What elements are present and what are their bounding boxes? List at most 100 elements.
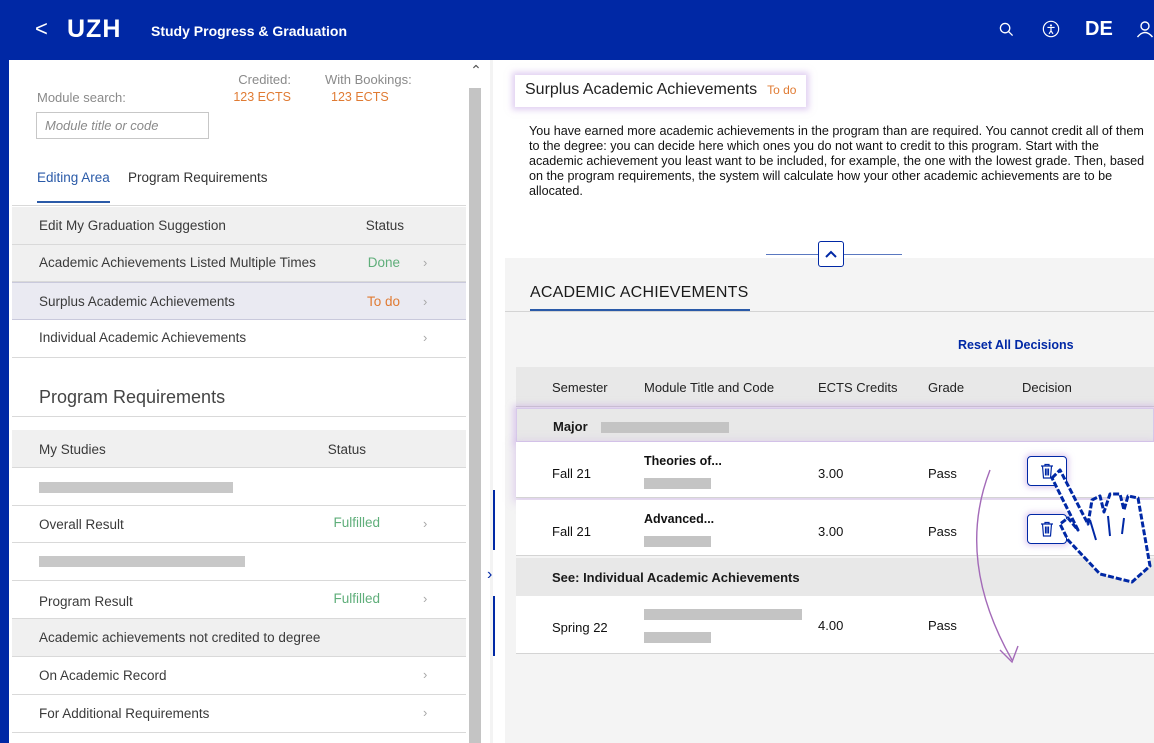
collapse-line-left (766, 254, 818, 255)
credited-value: 123 ECTS (233, 90, 291, 104)
language-switch[interactable]: DE (1085, 18, 1113, 41)
list-item-label: On Academic Record (39, 668, 167, 683)
list-item-overall-result[interactable]: Overall Result Fulfilled › (12, 506, 466, 543)
left-panel: Module search: Credited: 123 ECTS With B… (9, 60, 466, 743)
group-individual-label: See: Individual Academic Achievements (552, 570, 800, 585)
status-fulfilled: Fulfilled (333, 591, 380, 606)
not-credited-header: Academic achievements not credited to de… (12, 619, 466, 657)
list-item-individual[interactable]: Individual Academic Achievements › (12, 320, 466, 358)
collapse-button[interactable] (818, 241, 844, 267)
redacted-bar (601, 422, 729, 433)
list-item-label: Surplus Academic Achievements (39, 294, 235, 309)
group-individual: See: Individual Academic Achievements (516, 558, 1154, 596)
cell-grade: Pass (928, 466, 957, 481)
cell-grade: Pass (928, 524, 957, 539)
redacted-bar (39, 482, 233, 493)
cell-grade: Pass (928, 618, 957, 633)
list-item-label: For Additional Requirements (39, 706, 210, 721)
redacted-row (12, 468, 466, 506)
table-header: Semester Module Title and Code ECTS Cred… (516, 367, 1154, 407)
column-module: Module Title and Code (644, 380, 775, 395)
column-ects: ECTS Credits (818, 380, 898, 395)
cell-module-title: Theories of... (644, 454, 722, 468)
back-button[interactable]: < (35, 16, 48, 42)
surplus-title-card: Surplus Academic Achievements To do (515, 75, 807, 107)
uzh-logo: UZH (67, 15, 122, 43)
trash-icon (1041, 521, 1053, 537)
section-divider (12, 416, 466, 417)
app-title: Study Progress & Graduation (151, 23, 348, 39)
cell-ects: 3.00 (818, 466, 844, 481)
not-credited-label: Academic achievements not credited to de… (39, 630, 321, 645)
cell-ects: 4.00 (818, 618, 844, 633)
redacted-bar (644, 536, 711, 547)
chevron-up-icon (825, 250, 837, 258)
reset-all-decisions-link[interactable]: Reset All Decisions (958, 338, 1074, 352)
credited-label: Credited: (238, 72, 291, 87)
chevron-right-icon: › (423, 591, 428, 606)
scroll-up-icon[interactable]: ⌃ (466, 62, 486, 79)
table-row: Fall 21 Theories of... 3.00 Pass (516, 442, 1154, 498)
module-search-label: Module search: (37, 90, 126, 105)
collapse-line-right (844, 254, 902, 255)
chevron-right-icon: › (423, 330, 428, 345)
accessibility-icon[interactable] (1042, 20, 1060, 38)
redacted-row (12, 543, 466, 581)
list-item-program-result[interactable]: Program Result Fulfilled › (12, 581, 466, 619)
list-item-label: Academic Achievements Listed Multiple Ti… (39, 255, 316, 270)
chevron-right-icon: › (423, 255, 428, 270)
delete-button[interactable] (1027, 456, 1067, 486)
cell-semester: Spring 22 (552, 620, 608, 635)
academic-achievements-title: ACADEMIC ACHIEVEMENTS (530, 284, 749, 301)
group-major: Major (516, 408, 1154, 442)
divider-line-top (493, 490, 495, 550)
search-icon[interactable] (999, 22, 1014, 37)
list-item-additional-requirements[interactable]: For Additional Requirements › (12, 695, 466, 733)
list-item-label: Program Result (39, 594, 133, 609)
tab-editing-area[interactable]: Editing Area (37, 170, 110, 203)
chevron-right-icon: › (423, 705, 428, 720)
chevron-right-icon: › (423, 667, 428, 682)
header-bar: < UZH Study Progress & Graduation DE (9, 0, 1154, 60)
list-item-label: Overall Result (39, 517, 124, 532)
table-row: Spring 22 4.00 Pass (516, 596, 1154, 654)
status-done: Done (367, 255, 400, 270)
list-item-label: Individual Academic Achievements (39, 330, 247, 345)
cell-ects: 3.00 (818, 524, 844, 539)
tab-divider (12, 205, 466, 206)
list-item-multiple-times[interactable]: Academic Achievements Listed Multiple Ti… (12, 245, 466, 282)
window-frame (0, 0, 9, 743)
tab-program-requirements[interactable]: Program Requirements (128, 170, 268, 185)
column-grade: Grade (928, 380, 965, 395)
surplus-title: Surplus Academic Achievements (525, 81, 758, 98)
expand-panel-icon[interactable]: › (487, 566, 492, 584)
status-column-label: Status (365, 218, 404, 233)
divider-line-bottom (493, 596, 495, 656)
cell-semester: Fall 21 (552, 524, 592, 539)
edit-suggestion-header: Edit My Graduation Suggestion Status (12, 207, 466, 245)
edit-suggestion-label: Edit My Graduation Suggestion (39, 218, 226, 233)
redacted-bar (644, 609, 802, 620)
surplus-description: You have earned more academic achievemen… (529, 124, 1145, 198)
module-search-input[interactable] (36, 112, 209, 139)
redacted-bar (644, 478, 711, 489)
trash-icon (1041, 463, 1053, 479)
cell-semester: Fall 21 (552, 466, 592, 481)
my-studies-label: My Studies (39, 442, 106, 457)
status-fulfilled: Fulfilled (333, 515, 380, 530)
chevron-right-icon: › (423, 294, 428, 309)
status-column-label: Status (327, 442, 366, 457)
scrollbar-thumb[interactable] (469, 88, 481, 743)
user-icon[interactable] (1136, 20, 1154, 38)
status-todo: To do (366, 294, 400, 309)
column-semester: Semester (552, 380, 608, 395)
list-item-surplus[interactable]: Surplus Academic Achievements To do › (12, 282, 466, 320)
list-item-academic-record[interactable]: On Academic Record › (12, 657, 466, 695)
redacted-bar (39, 556, 245, 567)
my-studies-header: My Studies Status (12, 430, 466, 468)
group-major-label: Major (553, 419, 588, 434)
table-row: Fall 21 Advanced... 3.00 Pass (516, 500, 1154, 556)
delete-button[interactable] (1027, 514, 1067, 544)
column-decision: Decision (1022, 380, 1072, 395)
chevron-right-icon: › (423, 516, 428, 531)
